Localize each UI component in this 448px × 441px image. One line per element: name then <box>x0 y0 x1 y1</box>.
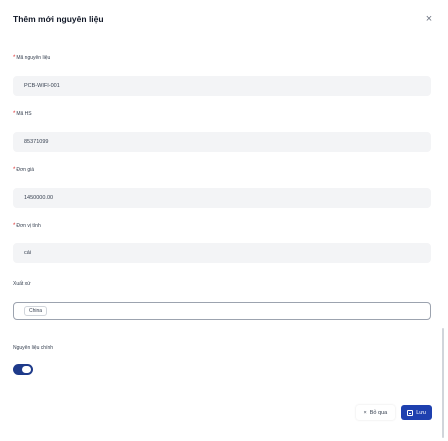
required-mark: * <box>13 167 16 173</box>
main-material-toggle[interactable] <box>13 364 33 375</box>
close-icon[interactable]: × <box>423 13 435 25</box>
main-material-label: Nguyên liệu chính <box>13 345 54 351</box>
dialog-header: Thêm mới nguyên liệu × <box>13 12 435 26</box>
toggle-knob <box>22 366 31 373</box>
material-code-label: * Mã nguyên liệu <box>13 55 51 61</box>
save-button[interactable]: Lưu <box>401 405 432 420</box>
save-icon <box>407 409 414 416</box>
hs-code-label: * Mã HS <box>13 111 32 117</box>
origin-label: Xuất xứ <box>13 281 31 287</box>
origin-select[interactable]: China <box>13 302 431 320</box>
close-icon: × <box>363 409 367 416</box>
cancel-label: Bỏ qua <box>369 409 388 416</box>
required-mark: * <box>13 55 16 61</box>
unit-label: * Đơn vị tính <box>13 223 41 229</box>
hs-code-field: * Mã HS <box>13 111 32 117</box>
origin-selected-tag: China <box>24 306 48 316</box>
unit-price-input[interactable]: 1450000.00 <box>13 188 431 208</box>
material-code-field: * Mã nguyên liệu <box>13 55 50 61</box>
save-label: Lưu <box>416 409 426 416</box>
dialog-footer: × Bỏ qua Lưu <box>355 405 432 420</box>
cancel-button[interactable]: × Bỏ qua <box>355 405 396 420</box>
unit-input[interactable]: cái <box>13 243 431 263</box>
unit-price-field: * Đơn giá <box>13 167 34 173</box>
material-code-input[interactable]: PCB-WIFI-001 <box>13 76 431 96</box>
hs-code-input[interactable]: 85371099 <box>13 132 431 152</box>
unit-field: * Đơn vị tính <box>13 223 41 229</box>
add-material-dialog: Thêm mới nguyên liệu × * Mã nguyên liệu … <box>0 0 448 441</box>
required-mark: * <box>13 111 16 117</box>
unit-price-label: * Đơn giá <box>13 167 35 173</box>
main-material-field: Nguyên liệu chính <box>13 345 53 351</box>
scrollbar[interactable] <box>442 328 444 438</box>
origin-field: Xuất xứ <box>13 281 31 287</box>
dialog-title: Thêm mới nguyên liệu <box>13 14 104 24</box>
required-mark: * <box>13 223 16 229</box>
